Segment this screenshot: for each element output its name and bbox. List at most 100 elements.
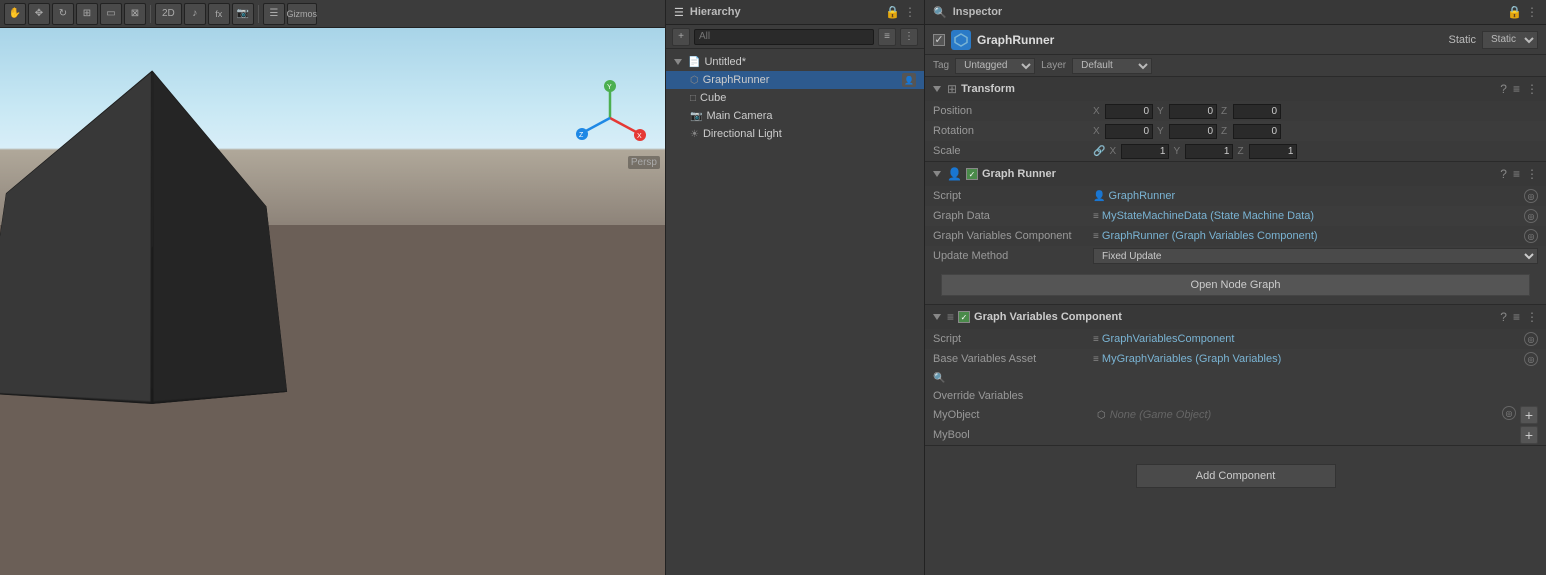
graphvars-script-target-btn[interactable]: ◎ — [1524, 332, 1538, 346]
rotation-x-input[interactable] — [1105, 124, 1153, 139]
camera-btn[interactable]: 📷 — [232, 3, 254, 25]
position-y-input[interactable] — [1169, 104, 1217, 119]
transform-tool-btn[interactable]: ⊠ — [124, 3, 146, 25]
static-dropdown[interactable]: Static — [1482, 31, 1538, 49]
move-tool-btn[interactable]: ✥ — [28, 3, 50, 25]
add-component-btn[interactable]: Add Component — [1136, 464, 1336, 488]
rotation-y-input[interactable] — [1169, 124, 1217, 139]
scale-z-input[interactable] — [1249, 144, 1297, 159]
scale-y-input[interactable] — [1185, 144, 1233, 159]
graph-runner-settings-icon[interactable]: ≡ — [1513, 167, 1520, 181]
untitled-label: Untitled* — [704, 56, 746, 68]
scale-row: Scale 🔗 X Y Z — [925, 141, 1546, 161]
layer-dropdown[interactable]: Default — [1072, 58, 1152, 74]
inspector-icon: 🔍 — [933, 6, 947, 19]
hierarchy-lock-icon[interactable]: 🔒 — [885, 5, 900, 19]
hierarchy-more-icon[interactable]: ⋮ — [904, 5, 916, 19]
graphvars-basevars-row: Base Variables Asset ≡ MyGraphVariables … — [925, 349, 1546, 369]
graph-variables-header[interactable]: ≡ ✓ Graph Variables Component ? ≡ ⋮ — [925, 305, 1546, 329]
graphvars-basevars-label: Base Variables Asset — [933, 353, 1093, 365]
graphrunner-script-target-btn[interactable]: ◎ — [1524, 189, 1538, 203]
position-z-label: Z — [1221, 106, 1231, 117]
rotation-z-input[interactable] — [1233, 124, 1281, 139]
scene-gizmos-btn[interactable]: Gizmos — [287, 3, 317, 25]
hierarchy-toolbar: + ≡ ⋮ — [666, 25, 924, 49]
object-enable-checkbox[interactable]: ✓ — [933, 34, 945, 46]
rotation-y-label: Y — [1157, 126, 1167, 137]
scale-lock-icon: 🔗 — [1093, 146, 1105, 157]
inspector-more-icon[interactable]: ⋮ — [1526, 5, 1538, 19]
audio-btn[interactable]: ♪ — [184, 3, 206, 25]
inspector-header: 🔍 Inspector 🔒 ⋮ — [925, 0, 1546, 25]
graph-runner-header[interactable]: 👤 ✓ Graph Runner ? ≡ ⋮ — [925, 162, 1546, 186]
rotate-tool-btn[interactable]: ↻ — [52, 3, 74, 25]
expand-icon — [674, 59, 682, 65]
fx-btn[interactable]: fx — [208, 3, 230, 25]
myobject-add-btn[interactable]: + — [1520, 406, 1538, 424]
position-x-input[interactable] — [1105, 104, 1153, 119]
hierarchy-list: 📄 Untitled* ⬡ GraphRunner 👤 □ Cube 📷 Mai… — [666, 49, 924, 147]
hierarchy-more-options-btn[interactable]: ⋮ — [900, 28, 918, 46]
graphrunner-updatemethod-dropdown[interactable]: Fixed Update — [1093, 248, 1538, 264]
hierarchy-item-untitled[interactable]: 📄 Untitled* — [666, 53, 924, 71]
graphvars-basevars-target-btn[interactable]: ◎ — [1524, 352, 1538, 366]
graph-variables-help-icon[interactable]: ? — [1500, 310, 1507, 324]
graph-runner-help-icon[interactable]: ? — [1500, 167, 1507, 181]
scale-tool-btn[interactable]: ⊞ — [76, 3, 98, 25]
transform-header[interactable]: ⊞ Transform ? ≡ ⋮ — [925, 77, 1546, 101]
graph-runner-more-icon[interactable]: ⋮ — [1526, 167, 1538, 181]
transform-more-icon[interactable]: ⋮ — [1526, 82, 1538, 96]
mybool-add-btn[interactable]: + — [1520, 426, 1538, 444]
hierarchy-item-dirlight[interactable]: ☀ Directional Light — [666, 125, 924, 143]
graphvars-basevars-link[interactable]: MyGraphVariables (Graph Variables) — [1102, 353, 1281, 365]
scene-menu-btn[interactable]: ☰ — [263, 3, 285, 25]
hierarchy-header-icons: 🔒 ⋮ — [885, 5, 916, 19]
hierarchy-add-btn[interactable]: + — [672, 28, 690, 46]
graphrunner-script-link[interactable]: GraphRunner — [1109, 190, 1176, 202]
graph-variables-settings-icon[interactable]: ≡ — [1513, 310, 1520, 324]
position-z-input[interactable] — [1233, 104, 1281, 119]
graph-variables-checkbox[interactable]: ✓ — [958, 311, 970, 323]
transform-help-icon[interactable]: ? — [1500, 82, 1507, 96]
gizmo-svg: Y X Z — [570, 78, 650, 158]
rotation-xyz: X Y Z — [1093, 124, 1538, 139]
graphrunner-graphdata-link[interactable]: MyStateMachineData (State Machine Data) — [1102, 210, 1314, 222]
2d-btn[interactable]: 2D — [155, 3, 182, 25]
scene-view: ✋ ✥ ↻ ⊞ ▭ ⊠ 2D ♪ fx 📷 ☰ Gizmos — [0, 0, 665, 575]
graphrunner-graphvars-target-btn[interactable]: ◎ — [1524, 229, 1538, 243]
persp-label: Persp — [628, 156, 660, 169]
graph-variables-more-icon[interactable]: ⋮ — [1526, 310, 1538, 324]
transform-settings-icon[interactable]: ≡ — [1513, 82, 1520, 96]
hierarchy-search-input[interactable] — [694, 29, 874, 45]
hierarchy-item-maincamera[interactable]: 📷 Main Camera — [666, 107, 924, 125]
cube-label: Cube — [700, 92, 726, 104]
cube-3d: ⚙🤖 — [73, 158, 243, 396]
hand-tool-btn[interactable]: ✋ — [4, 3, 26, 25]
camera-icon: 📷 — [690, 111, 702, 122]
mybool-label: MyBool — [933, 429, 1093, 441]
graphrunner-graphdata-target-btn[interactable]: ◎ — [1524, 209, 1538, 223]
tag-dropdown[interactable]: Untagged — [955, 58, 1035, 74]
toolbar-sep-1 — [150, 5, 151, 23]
object-name: GraphRunner — [977, 33, 1442, 47]
hierarchy-item-graphrunner[interactable]: ⬡ GraphRunner 👤 — [666, 71, 924, 89]
graphrunner-graphvars-link[interactable]: GraphRunner (Graph Variables Component) — [1102, 230, 1318, 242]
hierarchy-sort-btn[interactable]: ≡ — [878, 28, 896, 46]
open-node-graph-wrapper: Open Node Graph — [925, 266, 1546, 304]
graphvars-override-label: Override Variables — [925, 387, 1546, 405]
scene-gizmo: Y X Z — [570, 78, 650, 158]
graph-runner-checkbox[interactable]: ✓ — [966, 168, 978, 180]
open-node-graph-btn[interactable]: Open Node Graph — [941, 274, 1530, 296]
scale-x-input[interactable] — [1121, 144, 1169, 159]
scale-xyz: X Y Z — [1109, 144, 1538, 159]
rect-tool-btn[interactable]: ▭ — [100, 3, 122, 25]
hierarchy-item-cube[interactable]: □ Cube — [666, 89, 924, 107]
rotation-z-label: Z — [1221, 126, 1231, 137]
graphrunner-graphdata-value: ≡ MyStateMachineData (State Machine Data… — [1093, 210, 1524, 222]
inspector-lock-icon[interactable]: 🔒 — [1507, 5, 1522, 19]
position-xyz: X Y Z — [1093, 104, 1538, 119]
myobject-target-btn[interactable]: ◎ — [1502, 406, 1516, 420]
graphvars-script-link[interactable]: GraphVariablesComponent — [1102, 333, 1234, 345]
game-object-icon: ⬡ — [1097, 410, 1106, 421]
graphrunner-graphvars-label: Graph Variables Component — [933, 230, 1093, 242]
